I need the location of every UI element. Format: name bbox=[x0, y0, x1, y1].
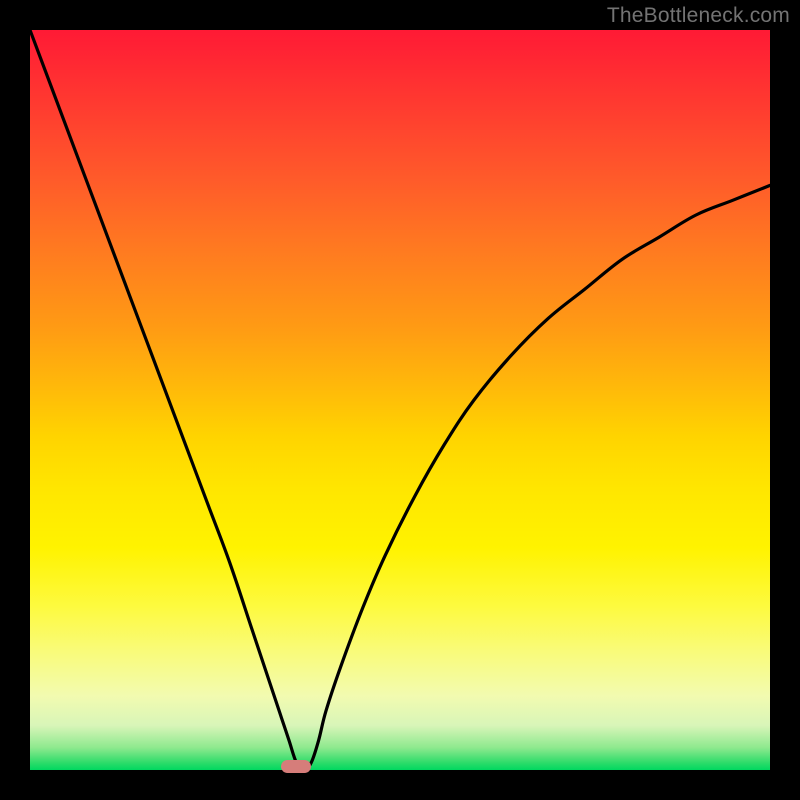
chart-frame: TheBottleneck.com bbox=[0, 0, 800, 800]
curve-path bbox=[30, 30, 770, 770]
watermark-text: TheBottleneck.com bbox=[607, 4, 790, 28]
bottleneck-curve bbox=[30, 30, 770, 770]
optimal-point-marker bbox=[281, 760, 311, 773]
plot-area bbox=[30, 30, 770, 770]
